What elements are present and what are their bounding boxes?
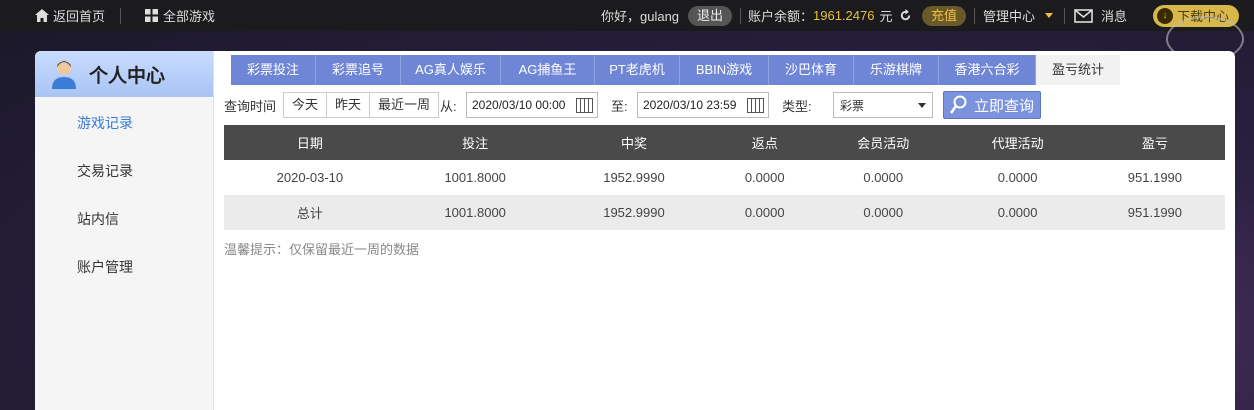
divider — [120, 8, 121, 24]
table-cell: 0.0000 — [713, 160, 817, 195]
table-cell: 0.0000 — [950, 160, 1085, 195]
tab-profit-loss[interactable]: 盈亏统计 — [1036, 55, 1120, 85]
chevron-down-icon — [918, 102, 926, 108]
table-row: 2020-03-10 1001.8000 1952.9990 0.0000 0.… — [224, 160, 1225, 195]
main-panel: 个人中心 游戏记录 交易记录 站内信 账户管理 彩票投注 彩票追号 AG真人娱乐… — [35, 51, 1235, 410]
calendar-icon[interactable] — [747, 97, 764, 113]
calendar-icon[interactable] — [576, 97, 593, 113]
tab-lottery-chase[interactable]: 彩票追号 — [316, 55, 401, 85]
tab-ag-live[interactable]: AG真人娱乐 — [401, 55, 501, 85]
sidebar-title: 个人中心 — [89, 65, 166, 87]
table-total-row: 总计 1001.8000 1952.9990 0.0000 0.0000 0.0… — [224, 195, 1225, 230]
tab-ag-fishing[interactable]: AG捕鱼王 — [501, 55, 595, 85]
messages-label: 消息 — [1101, 9, 1128, 24]
table-cell: 2020-03-10 — [224, 160, 396, 195]
query-button[interactable]: 立即查询 — [943, 91, 1041, 119]
divider — [740, 8, 741, 24]
query-button-label: 立即查询 — [973, 97, 1034, 115]
column-header: 中奖 — [554, 125, 714, 160]
today-button[interactable]: 今天 — [284, 93, 328, 117]
from-date-input[interactable]: 2020/03/10 00:00 — [466, 92, 598, 118]
table-cell: 951.1990 — [1084, 160, 1225, 195]
sidebar-item-account[interactable]: 账户管理 — [77, 257, 133, 277]
column-header: 投注 — [395, 125, 555, 160]
table-cell: 0.0000 — [816, 195, 951, 230]
recent-week-button[interactable]: 最近一周 — [370, 93, 439, 117]
to-date-value: 2020/03/10 23:59 — [643, 98, 737, 112]
table-cell: 1001.8000 — [395, 195, 555, 230]
sidebar-item-game-records[interactable]: 游戏记录 — [77, 113, 133, 133]
column-header: 会员活动 — [816, 125, 951, 160]
mail-icon — [1074, 8, 1093, 23]
top-bar: 返回首页 全部游戏 你好，gulang 退出 账户余额： 1961.2476 元… — [0, 0, 1254, 31]
column-header: 盈亏 — [1084, 125, 1225, 160]
sidebar: 个人中心 游戏记录 交易记录 站内信 账户管理 — [35, 51, 214, 410]
home-link[interactable]: 返回首页 — [35, 0, 105, 31]
tab-bbin[interactable]: BBIN游戏 — [680, 55, 769, 85]
download-icon: ↓ — [1157, 7, 1173, 24]
filter-bar: 查询时间 今天 昨天 最近一周 从: 2020/03/10 00:00 至: 2… — [224, 91, 1224, 119]
user-icon — [52, 61, 76, 89]
divider — [1064, 8, 1065, 24]
profit-loss-table: 日期 投注 中奖 返点 会员活动 代理活动 盈亏 2020-03-10 1001… — [224, 125, 1225, 230]
from-date-value: 2020/03/10 00:00 — [472, 98, 566, 112]
to-label: 至: — [611, 98, 628, 114]
balance-label: 账户余额： — [748, 9, 814, 24]
table-cell: 总计 — [224, 195, 396, 230]
table-header-row: 日期 投注 中奖 返点 会员活动 代理活动 盈亏 — [224, 125, 1225, 160]
table-cell: 1001.8000 — [395, 160, 555, 195]
tab-bar: 彩票投注 彩票追号 AG真人娱乐 AG捕鱼王 PT老虎机 BBIN游戏 沙巴体育… — [231, 55, 1120, 85]
column-header: 日期 — [224, 125, 396, 160]
type-select-value: 彩票 — [840, 98, 865, 113]
type-select[interactable]: 彩票 — [833, 92, 933, 118]
admin-center-menu[interactable]: 管理中心 — [983, 0, 1054, 31]
table-cell: 1952.9990 — [554, 160, 714, 195]
sidebar-item-inbox[interactable]: 站内信 — [77, 209, 119, 229]
logout-button[interactable]: 退出 — [688, 5, 733, 26]
sidebar-header: 个人中心 — [35, 51, 213, 97]
chevron-down-icon — [1045, 13, 1054, 18]
table-cell: 951.1990 — [1084, 195, 1225, 230]
column-header: 返点 — [713, 125, 817, 160]
tab-pt-slots[interactable]: PT老虎机 — [595, 55, 680, 85]
yesterday-button[interactable]: 昨天 — [327, 93, 371, 117]
sidebar-item-transactions[interactable]: 交易记录 — [77, 161, 133, 181]
home-icon — [35, 9, 49, 22]
divider — [974, 8, 975, 24]
table-cell: 0.0000 — [713, 195, 817, 230]
data-retention-tip: 温馨提示：仅保留最近一周的数据 — [224, 242, 420, 257]
to-date-input[interactable]: 2020/03/10 23:59 — [637, 92, 769, 118]
table-cell: 0.0000 — [950, 195, 1085, 230]
tab-saba-sports[interactable]: 沙巴体育 — [769, 55, 854, 85]
tab-hk-mark-six[interactable]: 香港六合彩 — [939, 55, 1036, 85]
table-cell: 0.0000 — [816, 160, 951, 195]
recharge-button[interactable]: 充值 — [922, 5, 967, 26]
tab-leyou-chess[interactable]: 乐游棋牌 — [854, 55, 939, 85]
search-icon — [949, 95, 967, 114]
date-range-buttons: 今天 昨天 最近一周 — [283, 92, 440, 118]
balance-value: 1961.2476 — [813, 8, 875, 23]
tab-lottery-bets[interactable]: 彩票投注 — [231, 55, 316, 85]
greeting: 你好，gulang — [601, 9, 680, 24]
grid-icon — [145, 9, 158, 22]
home-label: 返回首页 — [53, 9, 106, 24]
column-header: 代理活动 — [950, 125, 1085, 160]
messages-link[interactable]: 消息 — [1074, 0, 1127, 31]
from-label: 从: — [440, 98, 457, 114]
type-label: 类型: — [782, 98, 812, 114]
currency-label: 元 — [879, 9, 893, 24]
all-games-link[interactable]: 全部游戏 — [145, 0, 215, 31]
table-cell: 1952.9990 — [554, 195, 714, 230]
query-time-label: 查询时间 — [224, 98, 277, 114]
all-games-label: 全部游戏 — [163, 9, 216, 24]
admin-center-label: 管理中心 — [983, 9, 1036, 24]
refresh-icon[interactable] — [898, 8, 913, 23]
